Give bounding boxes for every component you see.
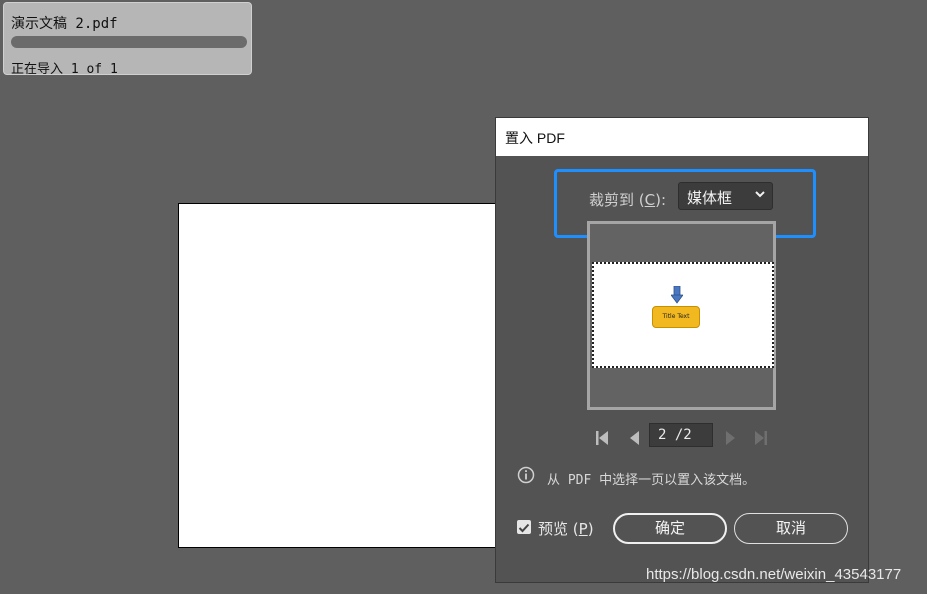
preview-label[interactable]: 预览 (P) (538, 518, 594, 539)
crop-hotkey: C (644, 191, 656, 209)
preview-checkbox[interactable] (517, 520, 531, 534)
preview-page-thumbnail: Title Text (592, 262, 774, 368)
preview-text: 预览 (538, 520, 569, 538)
info-message: 从 PDF 中选择一页以置入该文档。 (547, 473, 756, 488)
ok-button[interactable]: 确定 (613, 513, 727, 544)
crop-to-select[interactable]: 媒体框 (678, 182, 773, 210)
artboard (178, 203, 496, 548)
page-preview: Title Text (587, 221, 776, 410)
preview-hotkey-close: ) (587, 520, 594, 538)
crop-to-text: 裁剪到 (589, 191, 635, 209)
cancel-button[interactable]: 取消 (734, 513, 848, 544)
info-icon (517, 466, 535, 484)
crop-to-value: 媒体框 (687, 189, 733, 207)
down-arrow-icon (671, 286, 683, 304)
prev-page-icon[interactable] (625, 428, 645, 448)
dialog-title: 置入 PDF (505, 130, 565, 146)
import-filename: 演示文稿 2.pdf (11, 16, 118, 32)
next-page-icon[interactable] (720, 428, 740, 448)
chevron-down-icon (755, 191, 765, 198)
import-progress-fill (11, 36, 247, 48)
page-number-input[interactable]: 2 /2 (649, 423, 713, 447)
import-progress-panel: 演示文稿 2.pdf 正在导入 1 of 1 (3, 2, 252, 77)
check-icon (518, 523, 530, 533)
crop-to-label: 裁剪到 (C): (589, 189, 666, 210)
place-pdf-dialog: 置入 PDF 裁剪到 (C): 媒体框 Title Text 2 /2 从 PD… (495, 117, 869, 583)
first-page-icon[interactable] (592, 428, 612, 448)
last-page-icon[interactable] (751, 428, 771, 448)
preview-title-box: Title Text (652, 306, 700, 328)
import-progress-bar (11, 36, 247, 48)
dialog-titlebar[interactable]: 置入 PDF (496, 118, 868, 156)
import-status: 正在导入 1 of 1 (11, 62, 118, 77)
watermark: https://blog.csdn.net/weixin_43543177 (646, 566, 902, 583)
preview-hotkey: P (578, 520, 588, 538)
crop-hotkey-close: ): (655, 191, 667, 209)
